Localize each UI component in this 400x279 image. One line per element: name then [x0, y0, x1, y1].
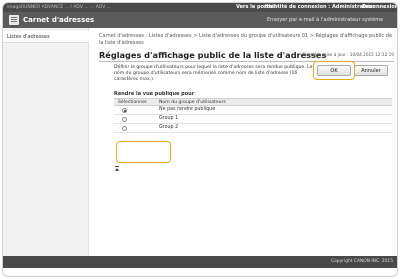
- groups-highlight: [116, 141, 171, 163]
- table-row[interactable]: Ne pas rendre publique: [114, 106, 392, 115]
- radio-button[interactable]: [122, 126, 127, 131]
- column-header-select: Sélectionner: [118, 100, 147, 105]
- copyright: Copyright CANON INC. 2015: [331, 259, 393, 264]
- sidebar-item-address-lists[interactable]: Listes d'adresses: [3, 31, 89, 43]
- sidebar: Listes d'adresses: [3, 28, 89, 256]
- radio-button[interactable]: [122, 108, 127, 113]
- app-title: Carnet d'adresses: [23, 16, 95, 24]
- table-row[interactable]: Group 1: [114, 115, 392, 124]
- main-content: Carnet d'adresses : Listes d'adresses > …: [89, 28, 397, 256]
- ok-button[interactable]: OK: [317, 65, 351, 76]
- back-to-top-icon[interactable]: [114, 166, 120, 172]
- group-name: Group 2: [159, 125, 179, 130]
- table-row[interactable]: Group 2: [114, 124, 392, 133]
- last-updated: Dernière mise à jour : 10/04 2015 12:12:…: [303, 52, 394, 57]
- logout-link[interactable]: Déconnexion: [362, 3, 397, 12]
- login-status: Identité de connexion : Administrateur: [265, 4, 375, 10]
- group-table: Sélectionner Nom du groupe d'utilisateur…: [114, 98, 392, 133]
- section-title: Rendre la vue publique pour: [114, 91, 195, 97]
- footer: Copyright CANON INC. 2015: [3, 256, 397, 268]
- radio-button[interactable]: [122, 117, 127, 122]
- email-admin-link[interactable]: Envoyer par e-mail à l'administrateur sy…: [267, 12, 383, 28]
- app-window: imageRUNNER ADVANCE ... / ADV ... ... AD…: [2, 2, 398, 277]
- group-name: Ne pas rendre publique: [159, 107, 216, 112]
- title-bar: Carnet d'adresses Envoyer par e-mail à l…: [3, 12, 397, 28]
- table-header: Sélectionner Nom du groupe d'utilisateur…: [114, 98, 392, 106]
- cancel-button[interactable]: Annuler: [354, 65, 388, 76]
- group-name: Group 1: [159, 116, 179, 121]
- address-book-icon: [9, 15, 19, 25]
- column-header-group-name: Nom du groupe d'utilisateurs: [159, 100, 226, 105]
- title-divider: [99, 61, 394, 62]
- description: Définir le groupe d'utilisateurs pour le…: [114, 65, 313, 83]
- breadcrumb[interactable]: Carnet d'adresses : Listes d'adresses > …: [99, 33, 395, 46]
- page-title: Réglages d'affichage public de la liste …: [99, 50, 327, 60]
- device-name: imageRUNNER ADVANCE ... / ADV ... ... AD…: [7, 5, 112, 10]
- top-bar: imageRUNNER ADVANCE ... / ADV ... ... AD…: [3, 3, 397, 12]
